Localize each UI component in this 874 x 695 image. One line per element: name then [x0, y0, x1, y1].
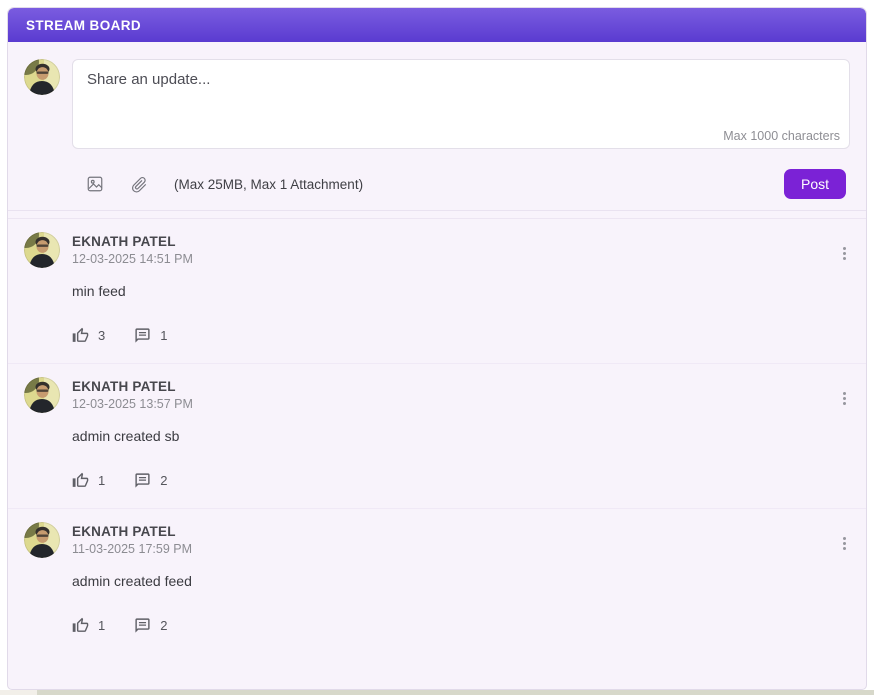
comment-count: 2: [160, 618, 168, 633]
posts-list: EKNATH PATEL 12-03-2025 14:51 PM min fee…: [8, 218, 866, 689]
update-input[interactable]: [73, 60, 849, 128]
thumb-up-icon: [72, 327, 89, 342]
attach-file-button[interactable]: [130, 175, 148, 193]
post-content: admin created feed: [72, 573, 192, 589]
comment-button[interactable]: 1: [134, 327, 167, 344]
kebab-icon: [843, 392, 846, 395]
like-count: 1: [98, 473, 106, 488]
post-item: EKNATH PATEL 11-03-2025 17:59 PM admin c…: [8, 509, 866, 653]
post-menu-button[interactable]: [839, 388, 850, 409]
post-author: EKNATH PATEL: [72, 379, 176, 394]
composer-section: Max 1000 characters (Max 25MB, Max 1 Att…: [8, 42, 866, 211]
like-button[interactable]: 1: [72, 472, 105, 489]
post-timestamp: 12-03-2025 13:57 PM: [72, 397, 193, 411]
paperclip-icon: [131, 177, 147, 193]
kebab-icon: [843, 247, 846, 250]
add-image-button[interactable]: [86, 175, 104, 193]
post-timestamp: 11-03-2025 17:59 PM: [72, 542, 192, 556]
image-icon: [87, 176, 103, 192]
avatar-image: [24, 232, 60, 268]
post-actions: 3 1: [72, 327, 850, 344]
post-author: EKNATH PATEL: [72, 234, 176, 249]
avatar: [24, 522, 60, 558]
comment-icon: [135, 328, 150, 343]
comment-icon: [135, 473, 150, 488]
horizontal-scrollbar-thumb[interactable]: [37, 690, 874, 695]
horizontal-scrollbar[interactable]: [0, 690, 874, 695]
post-menu-button[interactable]: [839, 243, 850, 264]
like-count: 1: [98, 618, 106, 633]
like-button[interactable]: 3: [72, 327, 105, 344]
like-button[interactable]: 1: [72, 617, 105, 634]
post-content: min feed: [72, 283, 126, 299]
comment-icon: [135, 618, 150, 633]
post-actions: 1 2: [72, 472, 850, 489]
comment-count: 2: [160, 473, 168, 488]
comment-button[interactable]: 2: [134, 617, 167, 634]
kebab-icon: [843, 537, 846, 540]
like-count: 3: [98, 328, 106, 343]
avatar: [24, 232, 60, 268]
attachment-limit-hint: (Max 25MB, Max 1 Attachment): [174, 176, 364, 192]
thumb-up-icon: [72, 617, 89, 632]
post-button[interactable]: Post: [783, 169, 846, 199]
avatar-image: [24, 377, 60, 413]
avatar: [24, 377, 60, 413]
post-actions: 1 2: [72, 617, 850, 634]
post-author: EKNATH PATEL: [72, 524, 176, 539]
max-characters-hint: Max 1000 characters: [723, 129, 840, 143]
page-title: STREAM BOARD: [26, 17, 142, 33]
post-content: admin created sb: [72, 428, 180, 444]
avatar: [24, 59, 60, 95]
composer-toolbar: (Max 25MB, Max 1 Attachment) Post: [86, 168, 850, 200]
comment-count: 1: [160, 328, 168, 343]
post-menu-button[interactable]: [839, 533, 850, 554]
thumb-up-icon: [72, 472, 89, 487]
post-timestamp: 12-03-2025 14:51 PM: [72, 252, 193, 266]
post-item: EKNATH PATEL 12-03-2025 14:51 PM min fee…: [8, 219, 866, 364]
avatar-image: [24, 59, 60, 95]
comment-button[interactable]: 2: [134, 472, 167, 489]
board-header: STREAM BOARD: [8, 8, 866, 42]
stream-board-panel: STREAM BOARD Max 1000 characters: [7, 7, 867, 690]
update-editor-box: Max 1000 characters: [72, 59, 850, 149]
avatar-image: [24, 522, 60, 558]
post-item: EKNATH PATEL 12-03-2025 13:57 PM admin c…: [8, 364, 866, 509]
